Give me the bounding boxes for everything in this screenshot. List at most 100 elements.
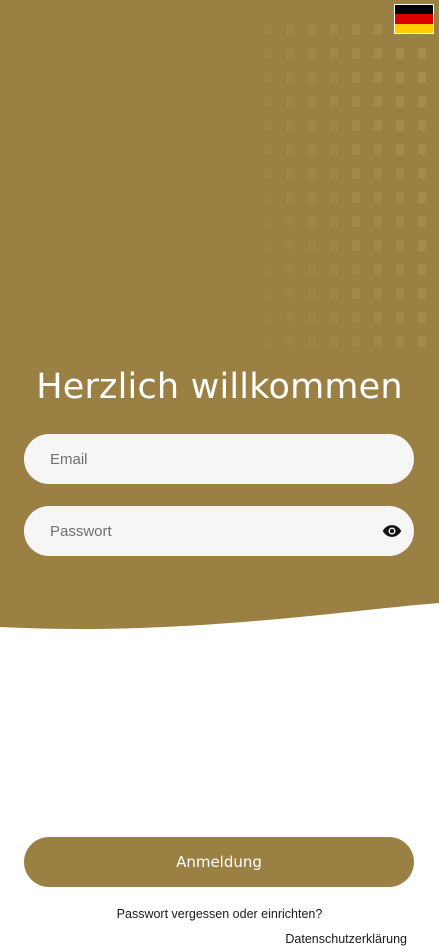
decorative-dot [352, 264, 360, 275]
decorative-dot [264, 144, 272, 155]
decorative-dot [308, 336, 316, 347]
decorative-dot [352, 312, 360, 323]
decorative-dot [286, 120, 294, 131]
decorative-dot [374, 240, 382, 251]
decorative-dot [418, 216, 426, 227]
decorative-dot [374, 192, 382, 203]
decorative-dot [286, 48, 294, 59]
decorative-dot [308, 120, 316, 131]
login-button[interactable]: Anmeldung [24, 837, 414, 887]
decorative-dot [286, 96, 294, 107]
decorative-dot [264, 48, 272, 59]
decorative-dot [264, 120, 272, 131]
decorative-dot [286, 192, 294, 203]
eye-icon[interactable] [382, 521, 402, 541]
decorative-dot [396, 240, 404, 251]
decorative-dot [352, 72, 360, 83]
decorative-dot [286, 72, 294, 83]
decorative-dot [352, 144, 360, 155]
decorative-dot [418, 264, 426, 275]
decorative-dot [374, 336, 382, 347]
decorative-dot [396, 168, 404, 179]
decorative-dot [352, 288, 360, 299]
password-input[interactable] [50, 506, 370, 556]
welcome-title: Herzlich willkommen [36, 367, 403, 407]
decorative-dot [330, 48, 338, 59]
decorative-dot [418, 120, 426, 131]
decorative-dot [418, 48, 426, 59]
decorative-dot [308, 24, 316, 35]
decorative-dot [330, 192, 338, 203]
email-input[interactable] [50, 434, 370, 484]
decorative-dot [374, 72, 382, 83]
decorative-dot [308, 264, 316, 275]
decorative-dot [308, 288, 316, 299]
decorative-dot [308, 168, 316, 179]
decorative-dot [308, 240, 316, 251]
decorative-dot [352, 24, 360, 35]
decorative-dot [352, 216, 360, 227]
decorative-dot [374, 312, 382, 323]
decorative-dot [396, 144, 404, 155]
decorative-dot [330, 264, 338, 275]
decorative-dot [396, 192, 404, 203]
decorative-dot [374, 120, 382, 131]
decorative-dot [264, 336, 272, 347]
decorative-dot [264, 72, 272, 83]
decorative-dot [308, 192, 316, 203]
decorative-dot [396, 216, 404, 227]
decorative-dot [330, 24, 338, 35]
email-field[interactable] [24, 434, 414, 484]
language-flag-germany-icon[interactable] [394, 4, 434, 34]
decorative-dot [286, 168, 294, 179]
decorative-dot [330, 120, 338, 131]
decorative-dot [330, 336, 338, 347]
decorative-dot [308, 144, 316, 155]
decorative-dot [374, 288, 382, 299]
decorative-dot [396, 96, 404, 107]
decorative-dot [264, 96, 272, 107]
decorative-dot [308, 216, 316, 227]
decorative-dot [374, 264, 382, 275]
privacy-policy-link[interactable]: Datenschutzerklärung [285, 930, 407, 948]
password-field[interactable] [24, 506, 414, 556]
decorative-dot [418, 144, 426, 155]
decorative-dot [286, 264, 294, 275]
decorative-dot [264, 288, 272, 299]
decorative-dot [352, 168, 360, 179]
forgot-password-link[interactable]: Passwort vergessen oder einrichten? [0, 905, 439, 923]
decorative-dot [418, 72, 426, 83]
decorative-dot [286, 240, 294, 251]
decorative-dot [286, 144, 294, 155]
decorative-dot [418, 192, 426, 203]
decorative-dot [374, 144, 382, 155]
decorative-dot [264, 312, 272, 323]
decorative-dot [396, 72, 404, 83]
decorative-dot [330, 168, 338, 179]
decorative-dot [286, 216, 294, 227]
decorative-dot [352, 48, 360, 59]
decorative-dot [264, 24, 272, 35]
decorative-dot [374, 48, 382, 59]
decorative-dot [418, 288, 426, 299]
decorative-dot [374, 24, 382, 35]
decorative-dot [330, 144, 338, 155]
decorative-dot [330, 216, 338, 227]
decorative-dot [286, 336, 294, 347]
decorative-dot [330, 96, 338, 107]
decorative-dot [396, 264, 404, 275]
decorative-dot [330, 288, 338, 299]
decorative-dot [352, 96, 360, 107]
decorative-dot [352, 336, 360, 347]
decorative-dot [264, 240, 272, 251]
decorative-dot [418, 240, 426, 251]
decorative-dot [418, 96, 426, 107]
decorative-dot [286, 312, 294, 323]
decorative-dot [264, 264, 272, 275]
decorative-dot [330, 72, 338, 83]
decorative-dot [418, 336, 426, 347]
decorative-dot [352, 120, 360, 131]
decorative-dot [374, 96, 382, 107]
decorative-dot [396, 336, 404, 347]
decorative-dot [264, 168, 272, 179]
